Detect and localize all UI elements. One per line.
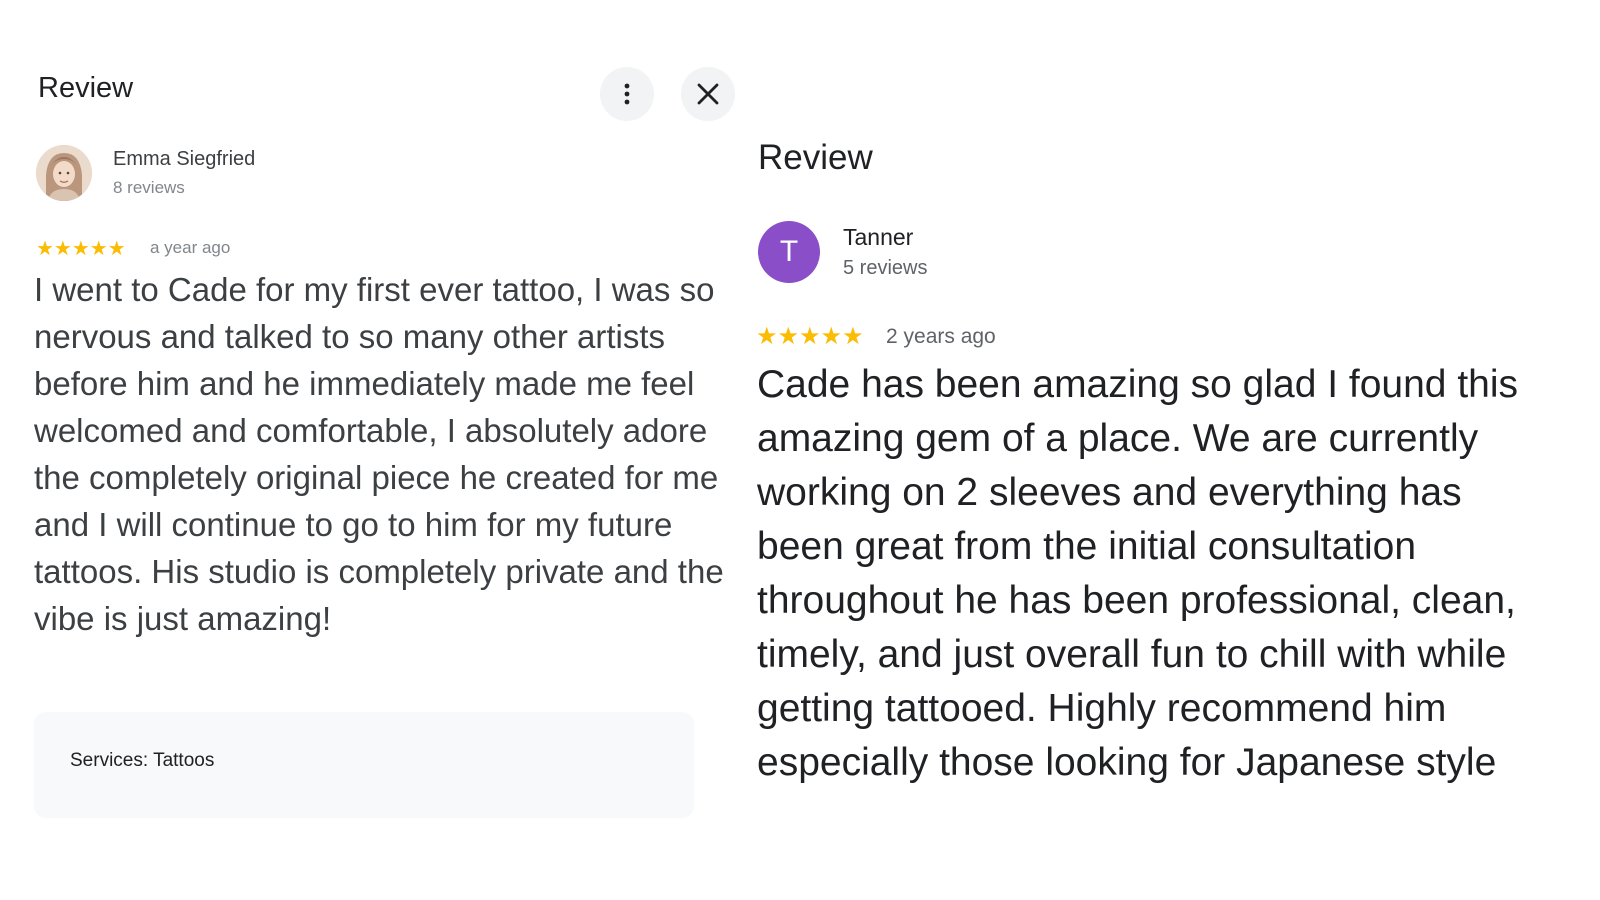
reviewer-review-count: 5 reviews (843, 257, 928, 279)
left-review-panel: Review Emma Siegfried 8 reviews ★★★★★ a … (0, 0, 745, 900)
avatar-portrait-icon (36, 145, 92, 201)
more-options-button[interactable] (600, 67, 654, 121)
page: Review Emma Siegfried 8 reviews ★★★★★ a … (0, 0, 1600, 900)
review-text: Cade has been amazing so glad I found th… (757, 363, 1519, 784)
panel-title: Review (38, 72, 134, 104)
more-vert-icon (624, 83, 630, 105)
reviewer-name[interactable]: Tanner (843, 224, 913, 251)
reviewer-avatar[interactable] (36, 145, 92, 201)
close-button[interactable] (681, 67, 735, 121)
reviewer-avatar[interactable]: T (758, 221, 820, 283)
reviewer-name[interactable]: Emma Siegfried (113, 148, 255, 171)
review-date: 2 years ago (886, 325, 996, 348)
star-rating: ★★★★★ (36, 238, 126, 260)
star-rating: ★★★★★ (756, 323, 864, 350)
panel-title: Review (758, 138, 873, 177)
review-text: I went to Cade for my first ever tattoo,… (34, 271, 724, 637)
close-icon (697, 83, 719, 105)
right-review-panel: Review T Tanner 5 reviews ★★★★★ 2 years … (745, 0, 1600, 900)
services-box: Services: Tattoos (34, 712, 694, 818)
services-label: Services: Tattoos (70, 750, 215, 771)
reviewer-review-count: 8 reviews (113, 178, 185, 197)
review-date: a year ago (150, 238, 231, 257)
